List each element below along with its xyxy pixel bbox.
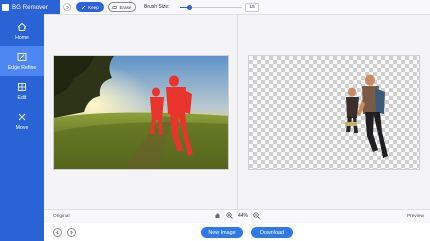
brush-size-slider[interactable] — [180, 5, 242, 10]
erase-button[interactable]: Erase — [108, 2, 136, 12]
original-label: Original — [53, 214, 70, 219]
bottom-bar: New Image Download — [44, 223, 430, 241]
sidebar-item-edit[interactable]: Edit — [0, 76, 44, 106]
app-logo-icon — [2, 3, 9, 11]
brush-size-slider-thumb[interactable] — [186, 5, 192, 10]
eraser-icon — [112, 5, 117, 9]
keep-label: Keep — [88, 4, 99, 10]
edge-refine-icon — [17, 52, 27, 61]
sidebar-item-label: Edge Refine — [7, 64, 37, 71]
erase-label: Erase — [119, 4, 132, 10]
home-icon — [17, 22, 27, 31]
new-image-button[interactable]: New Image — [201, 227, 243, 238]
redo-icon — [65, 5, 69, 9]
zoom-level: 44% — [238, 212, 249, 219]
cutout-subjects — [345, 74, 388, 158]
sidebar-item-label: Move — [15, 124, 29, 131]
next-button[interactable] — [67, 228, 76, 237]
sidebar-item-label: Home — [15, 34, 29, 41]
sidebar-item-edge-refine[interactable]: Edge Refine — [0, 46, 44, 76]
preview-image[interactable] — [248, 55, 420, 170]
chevron-left-icon — [56, 230, 59, 235]
original-photo — [54, 56, 228, 169]
sidebar-item-home[interactable]: Home — [0, 16, 44, 46]
sidebar: Home Edge Refine Edit Move — [0, 0, 44, 241]
download-button[interactable]: Download — [251, 227, 293, 238]
app-title: BG Remover — [0, 0, 60, 14]
keep-button[interactable]: Keep — [76, 2, 104, 12]
sidebar-item-move[interactable]: Move — [0, 106, 44, 136]
hand-pan-icon[interactable] — [214, 212, 221, 219]
app-title-text: BG Remover — [12, 3, 48, 11]
zoom-in-icon[interactable] — [226, 212, 233, 219]
brush-size-input[interactable]: 15 — [245, 3, 259, 12]
redo-button[interactable] — [63, 3, 71, 11]
brush-size-label: Brush Size: — [144, 4, 170, 10]
zoom-out-icon[interactable] — [253, 212, 260, 219]
edit-icon — [18, 82, 26, 91]
chevron-right-icon — [70, 230, 73, 235]
keep-brush-icon — [81, 5, 86, 9]
preview-label: Preview — [406, 214, 424, 219]
status-bar: Original 44% Preview — [44, 209, 430, 223]
original-image[interactable] — [53, 55, 229, 170]
previous-button[interactable] — [53, 228, 62, 237]
move-icon — [18, 113, 26, 120]
sidebar-item-label: Edit — [17, 94, 27, 101]
toolbar: Keep Erase Brush Size: 15 — [44, 0, 430, 15]
zoom-controls: 44% — [214, 212, 260, 219]
